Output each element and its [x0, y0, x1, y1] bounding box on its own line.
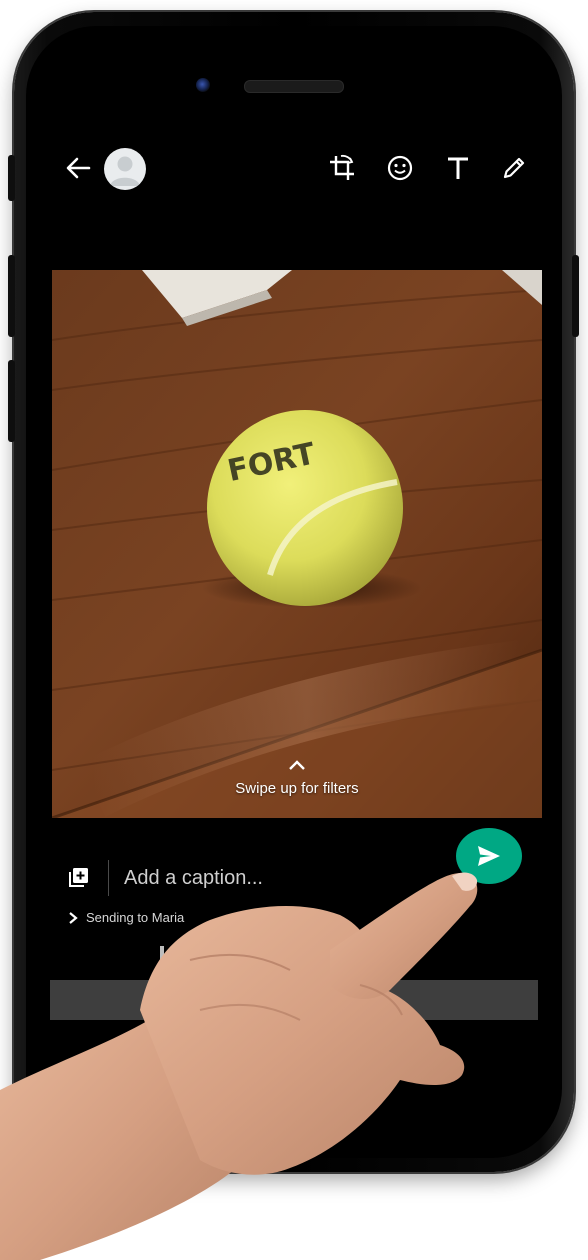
- chevron-up-icon: [50, 758, 544, 780]
- bottom-navigation-bar: [50, 980, 538, 1020]
- front-camera: [196, 78, 210, 92]
- caption-divider: [108, 860, 109, 896]
- filters-hint-label: Swipe up for filters: [235, 780, 359, 797]
- screen: FORT Swipe up for filters Sending to Mar…: [50, 128, 544, 1020]
- avatar[interactable]: [104, 148, 146, 190]
- chevron-right-icon: [69, 911, 78, 924]
- default-avatar-icon: [110, 156, 140, 186]
- caption-input[interactable]: [122, 860, 426, 896]
- crop-rotate-icon[interactable]: [324, 150, 360, 186]
- send-icon: [478, 846, 500, 866]
- tennis-ball-photo: FORT: [52, 270, 542, 818]
- recipient-label: Sending to Maria: [86, 910, 185, 925]
- volume-up-button: [8, 255, 15, 337]
- earpiece-speaker: [244, 80, 344, 93]
- media-preview: FORT: [52, 270, 542, 818]
- volume-down-button: [8, 360, 15, 442]
- smiley-icon[interactable]: [382, 150, 418, 186]
- text-T-icon[interactable]: [440, 150, 476, 186]
- pencil-icon[interactable]: [496, 150, 532, 186]
- nav-recents-indicator: [160, 946, 164, 964]
- power-button: [572, 255, 579, 337]
- editor-toolbar: [50, 128, 544, 218]
- send-button[interactable]: [456, 828, 522, 884]
- add-photo-icon[interactable]: [64, 862, 94, 892]
- recipient-row[interactable]: Sending to Maria: [68, 910, 184, 925]
- mute-switch: [8, 155, 15, 201]
- filters-hint[interactable]: Swipe up for filters: [50, 758, 544, 797]
- arrow-left-icon[interactable]: [62, 152, 94, 184]
